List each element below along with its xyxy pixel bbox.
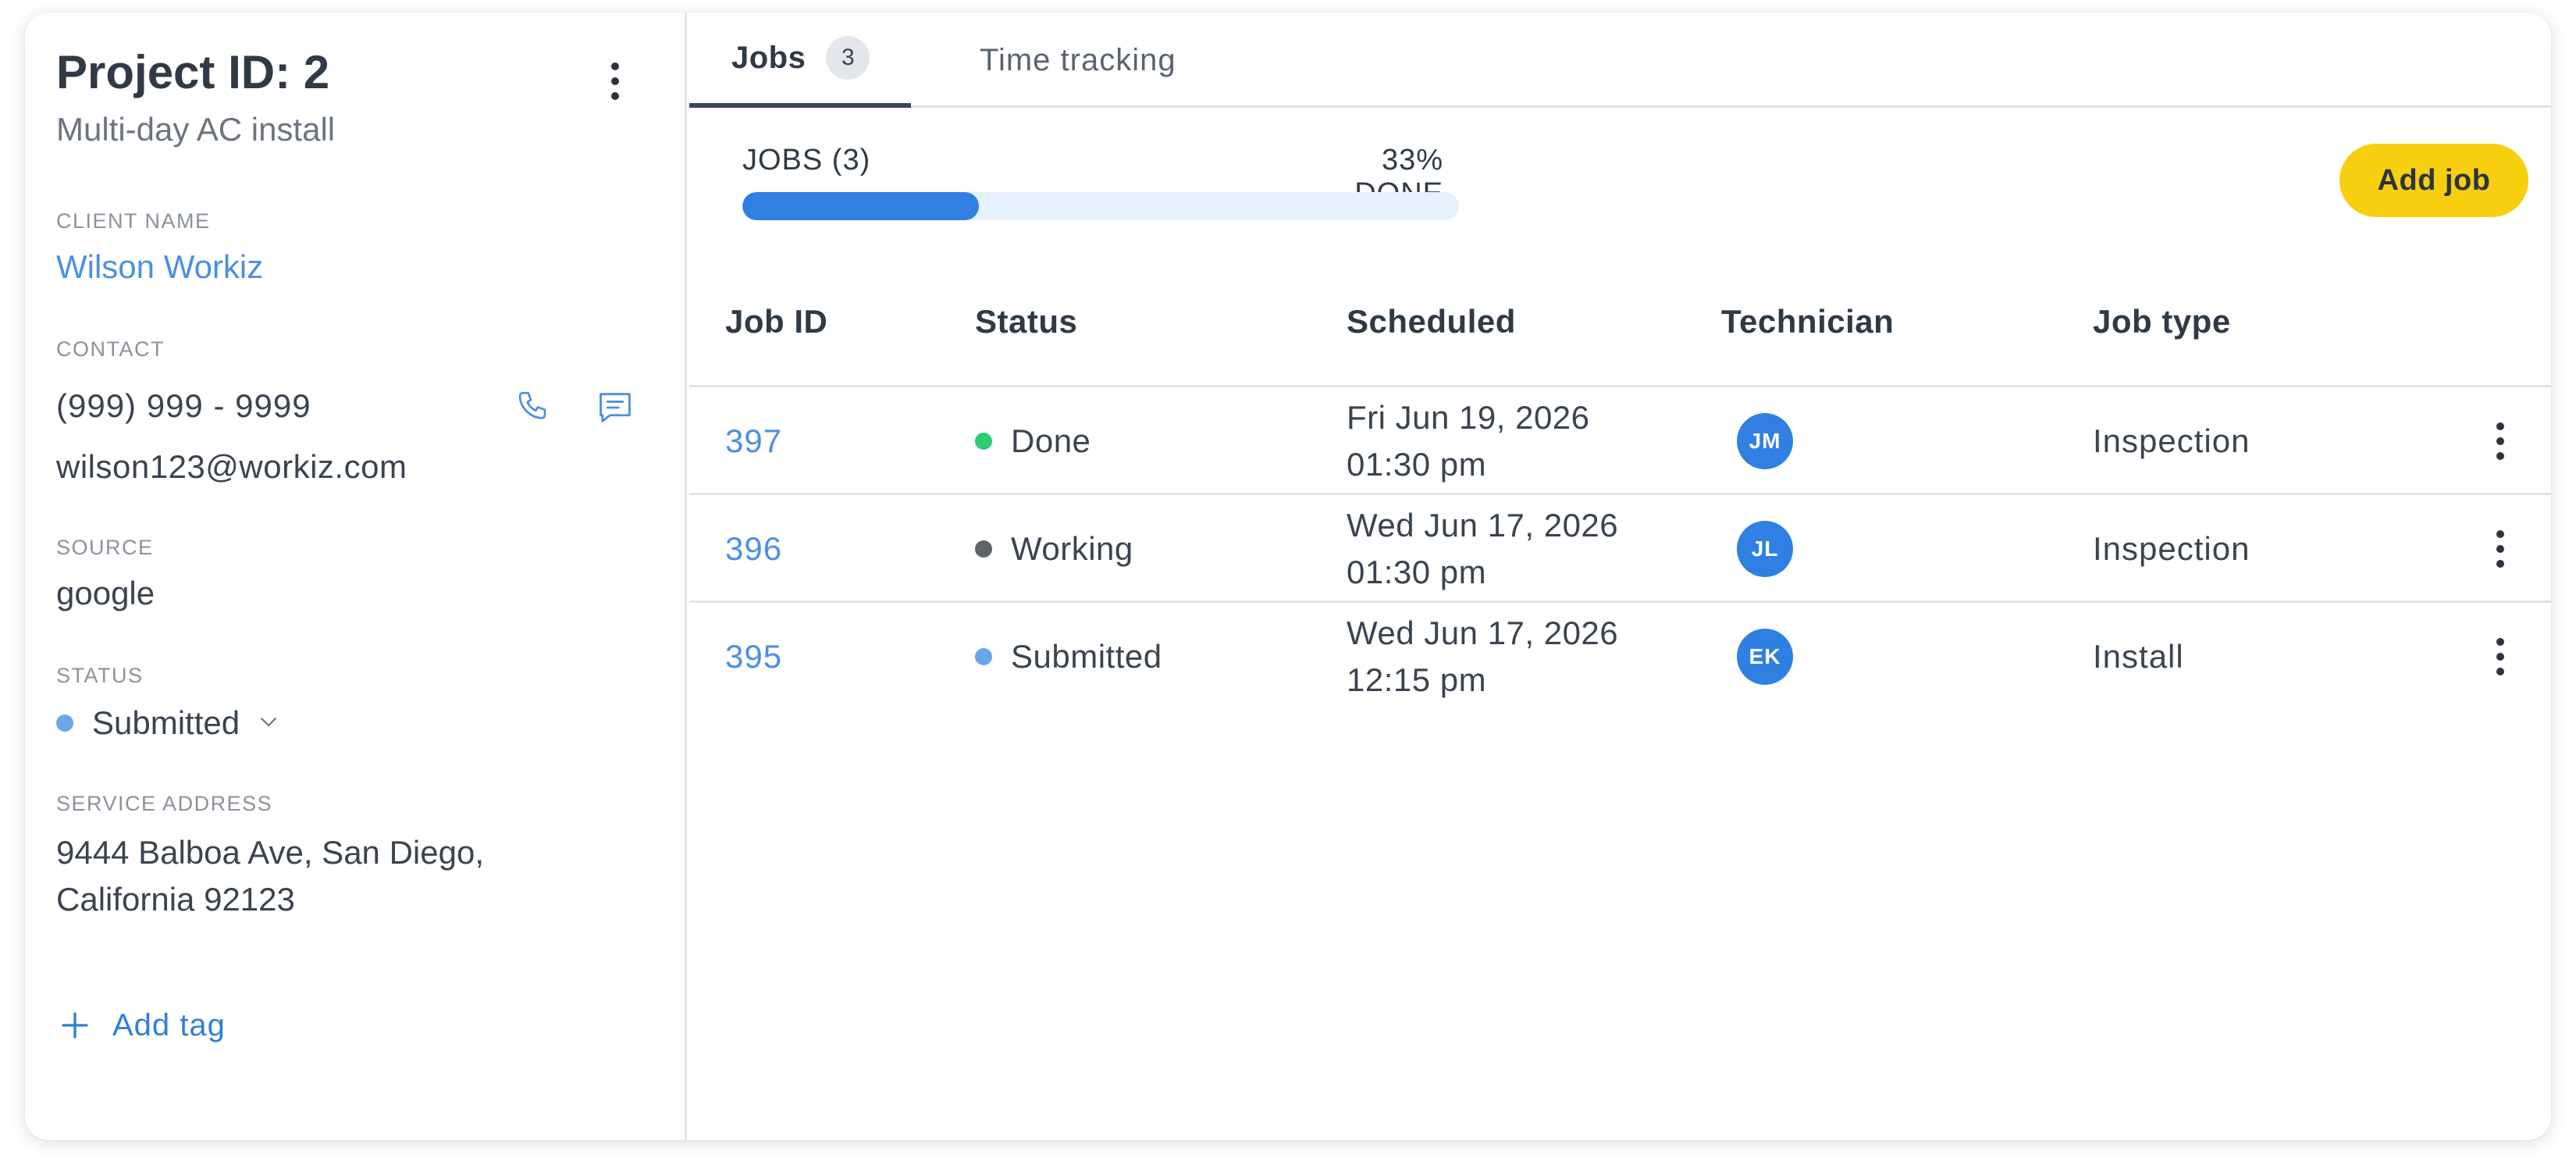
add-job-button[interactable]: Add job — [2339, 144, 2528, 217]
status-label: STATUS — [56, 664, 144, 687]
message-icon[interactable] — [592, 384, 639, 431]
jobs-count-badge: 3 — [826, 36, 870, 80]
contact-label: CONTACT — [56, 337, 165, 361]
job-id-link[interactable]: 395 — [725, 603, 782, 711]
client-name-link[interactable]: Wilson Workiz — [56, 248, 263, 286]
table-row[interactable]: 396 Working Wed Jun 17, 2026 01:30 pm JL… — [689, 495, 2551, 603]
add-tag-button[interactable]: Add tag — [59, 998, 226, 1053]
row-menu-kebab-icon[interactable] — [2485, 518, 2516, 580]
job-scheduled-date: Wed Jun 17, 2026 — [1347, 507, 1619, 543]
project-title: Project ID: 2 — [56, 46, 330, 98]
source-label: SOURCE — [56, 536, 154, 559]
header-job-type[interactable]: Job type — [2093, 303, 2231, 340]
chevron-down-icon — [257, 710, 280, 737]
jobs-progress-label: JOBS (3) — [742, 144, 871, 176]
add-tag-label: Add tag — [112, 1007, 226, 1042]
table-row[interactable]: 397 Done Fri Jun 19, 2026 01:30 pm JM In… — [689, 387, 2551, 495]
status-dot — [975, 648, 992, 665]
tab-jobs-label: Jobs — [731, 40, 806, 75]
job-technician: EK — [1721, 603, 1793, 711]
job-scheduled-time: 01:30 pm — [1347, 554, 1487, 590]
job-id-link[interactable]: 396 — [725, 495, 782, 603]
row-menu-kebab-icon[interactable] — [2485, 410, 2516, 472]
tab-time-tracking[interactable]: Time tracking — [980, 12, 1176, 108]
job-status-label: Done — [1011, 422, 1091, 459]
job-id-link[interactable]: 397 — [725, 387, 782, 495]
status-dot — [975, 433, 992, 450]
job-scheduled: Wed Jun 17, 2026 12:15 pm — [1347, 603, 1618, 711]
jobs-table-header: Job ID Status Scheduled Technician Job t… — [689, 275, 2551, 387]
tab-jobs[interactable]: Jobs 3 — [689, 12, 911, 108]
tab-time-tracking-label: Time tracking — [980, 42, 1176, 77]
job-scheduled-time: 12:15 pm — [1347, 661, 1487, 698]
header-status[interactable]: Status — [975, 303, 1077, 340]
job-status-label: Submitted — [1011, 638, 1162, 675]
project-details-panel: Project ID: 2 Multi-day AC install CLIEN… — [25, 12, 687, 1140]
row-menu-kebab-icon[interactable] — [2485, 625, 2516, 688]
job-status: Submitted — [975, 603, 1162, 711]
jobs-progress-bar — [742, 192, 1459, 220]
technician-avatar[interactable]: JM — [1737, 413, 1793, 469]
job-status: Working — [975, 495, 1133, 603]
service-address-label: SERVICE ADDRESS — [56, 792, 273, 815]
job-scheduled: Wed Jun 17, 2026 01:30 pm — [1347, 495, 1618, 603]
plus-icon — [59, 1010, 91, 1041]
status-dot — [56, 715, 73, 732]
source-value: google — [56, 575, 155, 611]
status-dot — [975, 540, 992, 558]
job-status: Done — [975, 387, 1091, 495]
contact-email: wilson123@workiz.com — [56, 448, 407, 485]
job-type: Inspection — [2093, 530, 2250, 567]
technician-avatar[interactable]: EK — [1737, 629, 1793, 685]
status-dropdown[interactable]: Submitted — [56, 700, 280, 747]
job-type: Inspection — [2093, 422, 2250, 459]
status-value: Submitted — [92, 704, 240, 741]
jobs-panel: Jobs 3 Time tracking JOBS (3) 33% DONE A… — [689, 12, 2551, 1140]
contact-phone: (999) 999 - 9999 — [56, 387, 311, 424]
project-card: Project ID: 2 Multi-day AC install CLIEN… — [25, 12, 2551, 1140]
service-address: 9444 Balboa Ave, San Diego, California 9… — [56, 834, 484, 918]
project-subtitle: Multi-day AC install — [56, 111, 336, 148]
job-type: Install — [2093, 638, 2184, 675]
job-scheduled-date: Wed Jun 17, 2026 — [1347, 615, 1619, 651]
jobs-progress-fill — [742, 192, 979, 220]
table-row[interactable]: 395 Submitted Wed Jun 17, 2026 12:15 pm … — [689, 603, 2551, 711]
job-technician: JM — [1721, 387, 1793, 495]
header-scheduled[interactable]: Scheduled — [1347, 303, 1516, 340]
job-status-label: Working — [1011, 530, 1133, 567]
technician-avatar[interactable]: JL — [1737, 521, 1793, 577]
job-scheduled: Fri Jun 19, 2026 01:30 pm — [1347, 387, 1590, 495]
phone-icon[interactable] — [511, 384, 557, 431]
jobs-table: Job ID Status Scheduled Technician Job t… — [689, 275, 2551, 711]
job-scheduled-date: Fri Jun 19, 2026 — [1347, 399, 1590, 436]
job-technician: JL — [1721, 495, 1793, 603]
tab-bar: Jobs 3 Time tracking — [689, 12, 2551, 108]
header-technician[interactable]: Technician — [1721, 303, 1894, 340]
client-name-label: CLIENT NAME — [56, 209, 211, 233]
header-job-id[interactable]: Job ID — [725, 303, 827, 340]
project-menu-kebab-icon[interactable] — [600, 50, 631, 112]
job-scheduled-time: 01:30 pm — [1347, 446, 1487, 483]
